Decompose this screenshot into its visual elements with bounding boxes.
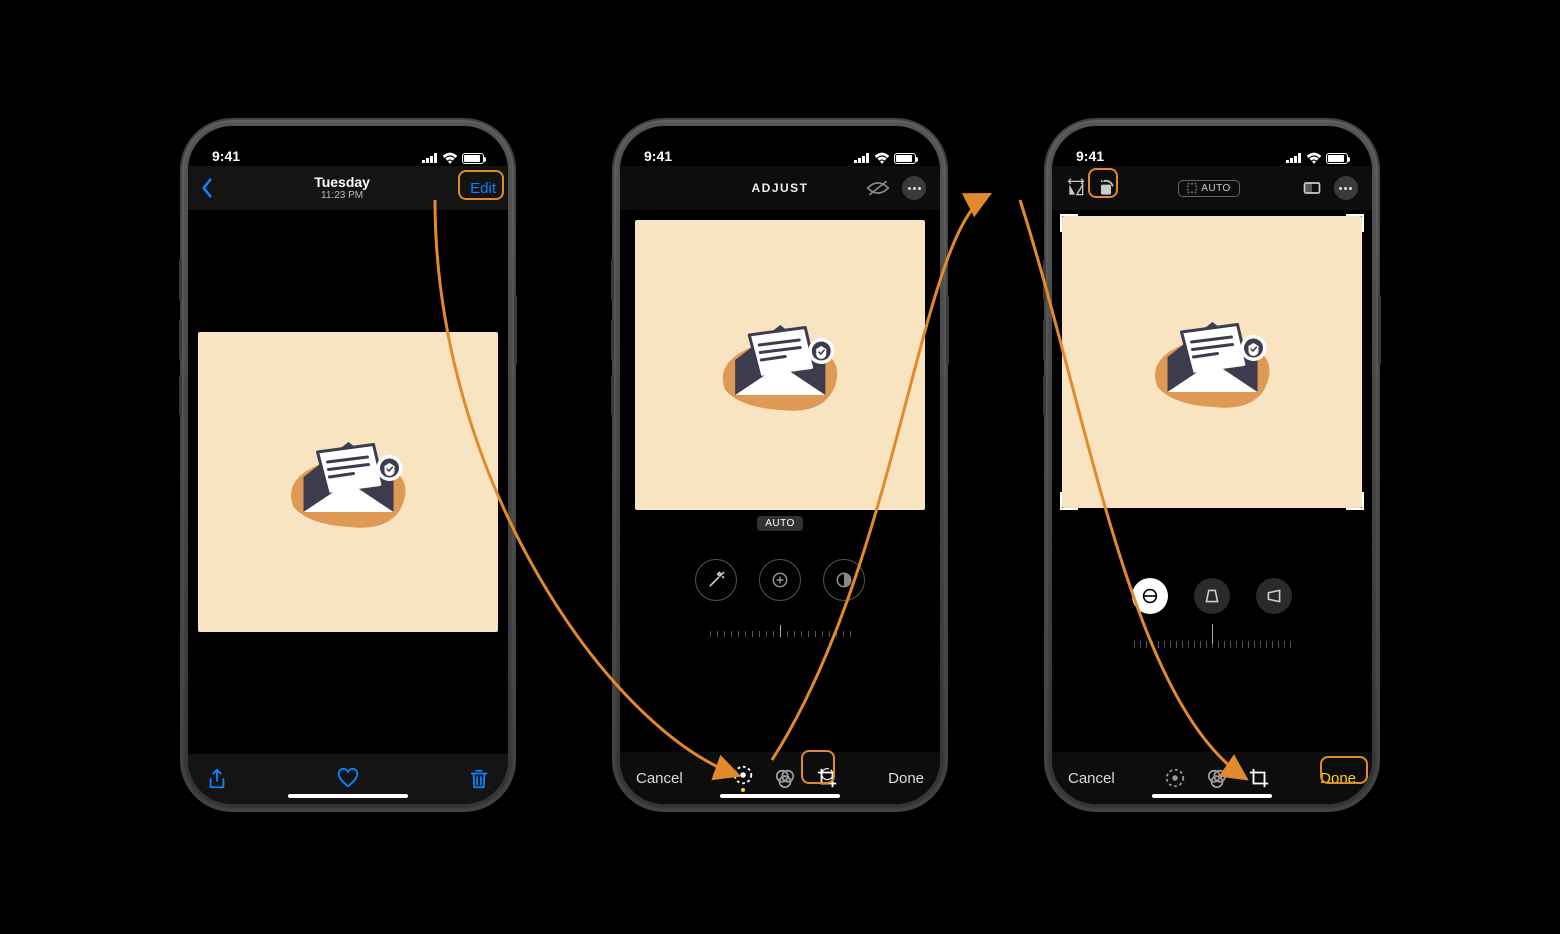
home-indicator[interactable] (1152, 794, 1272, 798)
more-button[interactable] (1334, 176, 1358, 200)
crop-handle-bl[interactable] (1060, 492, 1078, 510)
flip-button[interactable] (1066, 178, 1086, 198)
battery-icon (894, 153, 916, 164)
photo-content (635, 220, 925, 510)
rotate-button[interactable] (1096, 178, 1116, 198)
auto-badge[interactable]: AUTO (757, 516, 803, 531)
rotation-dials (1132, 578, 1292, 614)
photo-time: 11:23 PM (314, 190, 370, 201)
done-button[interactable]: Done (888, 770, 924, 787)
adjust-slider[interactable] (645, 619, 915, 637)
brilliance-dial[interactable] (823, 559, 865, 601)
wifi-icon (442, 152, 458, 164)
home-indicator[interactable] (288, 794, 408, 798)
notch (700, 126, 860, 154)
crop-handle-tl[interactable] (1060, 214, 1078, 232)
done-button[interactable]: Done (1320, 770, 1356, 787)
filters-tool[interactable] (774, 767, 796, 789)
cancel-button[interactable]: Cancel (636, 770, 683, 787)
favorite-button[interactable] (337, 768, 359, 790)
adjust-dials (695, 559, 865, 601)
rotation-slider[interactable] (1072, 628, 1352, 648)
back-button[interactable] (200, 178, 214, 198)
edit-button[interactable]: Edit (470, 180, 496, 197)
notch (268, 126, 428, 154)
straighten-dial[interactable] (1132, 578, 1168, 614)
cancel-button[interactable]: Cancel (1068, 770, 1115, 787)
signal-icon (422, 153, 438, 163)
crop-frame[interactable] (1062, 216, 1362, 508)
active-indicator (741, 788, 745, 792)
aspect-ratio-button[interactable] (1302, 178, 1322, 198)
wifi-icon (1306, 152, 1322, 164)
phone-edit-crop: 9:41 AUTO (1046, 120, 1378, 810)
crop-canvas[interactable] (1052, 210, 1372, 752)
battery-icon (462, 153, 484, 164)
more-button[interactable] (902, 176, 926, 200)
crop-tool[interactable] (1248, 767, 1270, 789)
crop-tool[interactable] (816, 767, 838, 789)
status-time: 9:41 (212, 148, 240, 164)
adjust-tool[interactable] (1164, 767, 1186, 789)
signal-icon (1286, 153, 1302, 163)
photo-nav-bar: Tuesday 11:23 PM Edit (188, 166, 508, 210)
phone-edit-adjust: 9:41 ADJUST (614, 120, 946, 810)
phone-view-photo: 9:41 Tuesday 11:23 PM Edit (182, 120, 514, 810)
adjust-tool[interactable] (732, 764, 754, 792)
vertical-perspective-dial[interactable] (1194, 578, 1230, 614)
adjust-nav-bar: ADJUST (620, 166, 940, 210)
adjust-canvas[interactable]: AUTO (620, 210, 940, 752)
battery-icon (1326, 153, 1348, 164)
exposure-dial[interactable] (759, 559, 801, 601)
crop-handle-tr[interactable] (1346, 214, 1364, 232)
home-indicator[interactable] (720, 794, 840, 798)
crop-nav-bar: AUTO (1052, 166, 1372, 210)
photo-date: Tuesday (314, 175, 370, 190)
photo-content (198, 332, 498, 632)
share-button[interactable] (206, 768, 228, 790)
auto-enhance-dial[interactable] (695, 559, 737, 601)
photo-canvas[interactable] (188, 210, 508, 754)
horizontal-perspective-dial[interactable] (1256, 578, 1292, 614)
wifi-icon (874, 152, 890, 164)
preview-toggle-icon[interactable] (866, 179, 890, 197)
filters-tool[interactable] (1206, 767, 1228, 789)
status-time: 9:41 (1076, 148, 1104, 164)
adjust-title: ADJUST (751, 181, 808, 195)
trash-button[interactable] (468, 768, 490, 790)
crop-handle-br[interactable] (1346, 492, 1364, 510)
photo-content (1062, 216, 1362, 508)
signal-icon (854, 153, 870, 163)
status-time: 9:41 (644, 148, 672, 164)
auto-crop-button[interactable]: AUTO (1178, 180, 1240, 197)
notch (1132, 126, 1292, 154)
